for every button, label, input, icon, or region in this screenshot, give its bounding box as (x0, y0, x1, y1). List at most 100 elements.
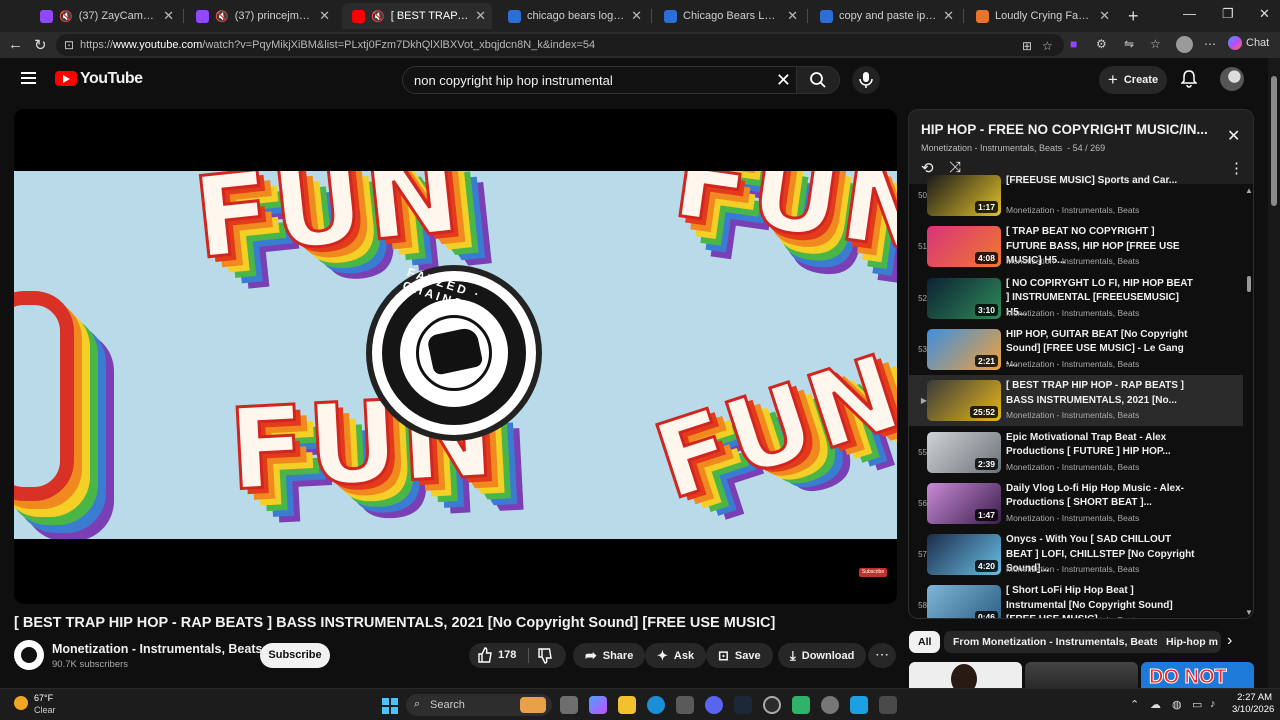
channel-avatar[interactable] (14, 640, 44, 670)
youtube-logo-icon[interactable] (55, 71, 77, 86)
playlist-scrollbar[interactable]: ▲ ▼ (1243, 184, 1253, 618)
account-avatar[interactable] (1220, 67, 1244, 91)
capcut-icon[interactable] (879, 696, 897, 714)
extensions-icon[interactable]: ⚙ (1096, 37, 1107, 51)
edge-browser-icon[interactable] (647, 696, 665, 714)
playlist-item-thumbnail[interactable]: 2:39 (927, 431, 1001, 473)
tab-muted-icon[interactable]: 🔇 (371, 10, 385, 23)
browser-tab[interactable]: 🔇 (37) ZayCambridge_ - Tw ✕ (30, 3, 180, 29)
settings-gear-icon[interactable] (821, 696, 839, 714)
playlist-item-thumbnail[interactable]: 25:52 (927, 380, 1001, 422)
tab-close-icon[interactable]: ✕ (319, 8, 330, 24)
create-button[interactable]: + Create (1099, 66, 1167, 94)
search-input[interactable]: non copyright hip hop instrumental ✕ (402, 66, 798, 94)
back-icon[interactable]: ← (8, 36, 23, 53)
twitch-extension-icon[interactable]: ■ (1070, 37, 1077, 51)
playlist-item-thumbnail[interactable]: 4:20 (927, 534, 1001, 576)
more-actions-button[interactable]: ⋯ (868, 643, 896, 668)
page-scrollbar[interactable] (1268, 58, 1280, 688)
chips-next-icon[interactable]: › (1227, 632, 1232, 650)
dislike-thumb-icon[interactable] (537, 648, 553, 664)
playlist-item[interactable]: 57 4:20 Onycs - With You [ SAD CHILLOUT BE… (909, 529, 1243, 580)
split-icon[interactable]: ⇋ (1124, 37, 1134, 51)
address-bar[interactable]: ⊡ https://www.youtube.com/watch?v=PqyMik… (56, 34, 1064, 56)
weather-moon-icon[interactable] (14, 696, 28, 710)
playlist-scrollbar-thumb[interactable] (1247, 276, 1251, 292)
app-icon[interactable] (792, 696, 810, 714)
maximize-icon[interactable]: ❐ (1222, 6, 1234, 22)
recommended-thumbnail[interactable] (909, 662, 1022, 688)
file-explorer-icon[interactable] (618, 696, 636, 714)
save-button[interactable]: ⊡ Save (706, 643, 773, 668)
profile-avatar[interactable] (1176, 36, 1193, 53)
browser-tab[interactable]: Chicago Bears Logo Head Tra ✕ (654, 3, 804, 29)
chip-from-channel[interactable]: From Monetization - Instrumentals, Beats (944, 631, 1168, 653)
playlist-item[interactable]: 53 2:21 HIP HOP, GUITAR BEAT [No Copyright… (909, 324, 1243, 375)
more-options-icon[interactable]: ⋯ (1204, 37, 1216, 51)
subscribe-button[interactable]: Subscribe (260, 643, 330, 668)
playlist-item-thumbnail[interactable]: 1:47 (927, 482, 1001, 524)
system-clock[interactable]: 2:27 AM 3/10/2026 (1232, 692, 1274, 716)
download-button[interactable]: ⤓ Download (778, 643, 867, 668)
chip-all[interactable]: All (909, 631, 941, 653)
playlist-item-thumbnail[interactable]: 0:46 (927, 585, 1001, 618)
video-player[interactable]: FUN FUN FUN FUN FAYZED · CHAINS Subscrib… (14, 109, 897, 604)
scroll-up-icon[interactable]: ▲ (1245, 186, 1253, 195)
page-scrollbar-thumb[interactable] (1271, 76, 1277, 206)
windows-start-icon[interactable] (382, 698, 398, 714)
video-subscribe-watermark[interactable]: Subscribe (859, 568, 887, 577)
weather-temperature[interactable]: 67°F (34, 693, 53, 703)
browser-tab[interactable]: 🔇 [ BEST TRAP HIP HOP - R ✕ (342, 3, 492, 29)
weather-condition[interactable]: Clear (34, 705, 56, 715)
playlist-item[interactable]: 58 0:46 [ Short LoFi Hip Hop Beat ] Instru… (909, 580, 1243, 618)
share-button[interactable]: ➦ Share (573, 643, 646, 668)
browser-tab[interactable]: 🔇 (37) princejmg - Twitch ✕ (186, 3, 336, 29)
tab-close-icon[interactable]: ✕ (475, 8, 486, 24)
playlist-item[interactable]: 56 1:47 Daily Vlog Lo-fi Hip Hop Music - A… (909, 478, 1243, 529)
recommended-thumbnail[interactable]: DO NOT (1141, 662, 1254, 688)
like-thumb-icon[interactable] (477, 647, 493, 663)
playlist-item-thumbnail[interactable]: 3:10 (927, 277, 1001, 319)
discord-icon[interactable] (705, 696, 723, 714)
menu-icon[interactable] (21, 72, 36, 84)
close-window-icon[interactable]: ✕ (1259, 6, 1270, 22)
youtube-logo-text[interactable]: YouTube (80, 70, 143, 88)
voice-search-button[interactable] (852, 66, 880, 94)
refresh-icon[interactable]: ↻ (34, 36, 47, 54)
cloud-icon[interactable]: ☁ (1150, 698, 1161, 711)
playlist-item[interactable]: 51 4:08[ TRAP BEAT NO COPYRIGHT ] FUTURE … (909, 221, 1243, 272)
tab-muted-icon[interactable]: 🔇 (59, 10, 73, 23)
network-icon[interactable]: ◍ (1172, 698, 1182, 711)
copilot-taskbar-icon[interactable] (589, 696, 607, 714)
split-screen-icon[interactable]: ⊞ (1022, 39, 1032, 53)
clear-search-icon[interactable]: ✕ (776, 70, 791, 91)
new-tab-button[interactable]: + (1128, 6, 1139, 27)
tray-overflow-icon[interactable]: ⌃ (1130, 698, 1139, 711)
playlist-item-thumbnail[interactable]: 2:21 (927, 328, 1001, 370)
tab-close-icon[interactable]: ✕ (943, 8, 954, 24)
volume-icon[interactable]: ♪ (1210, 698, 1216, 710)
tab-close-icon[interactable]: ✕ (163, 8, 174, 24)
favorites-icon[interactable]: ☆ (1150, 37, 1161, 51)
recommended-thumbnail[interactable] (1025, 662, 1138, 688)
obs-icon[interactable] (763, 696, 781, 714)
playlist-item[interactable]: 50 1:17 [FREEUSE MUSIC] Sports and Car... M… (909, 170, 1243, 221)
scroll-down-icon[interactable]: ▼ (1245, 608, 1253, 617)
tab-close-icon[interactable]: ✕ (1099, 8, 1110, 24)
favorite-star-icon[interactable]: ☆ (1042, 39, 1053, 53)
browser-tab[interactable]: chicago bears logo - Search ✕ (498, 3, 648, 29)
playlist-item-thumbnail[interactable]: 4:08 (927, 226, 1001, 268)
channel-name[interactable]: Monetization - Instrumentals, Beats (52, 642, 262, 656)
close-playlist-icon[interactable]: ✕ (1227, 126, 1240, 146)
browser-tab[interactable]: Loudly Crying Face on Ap ✕ (966, 3, 1116, 29)
display-icon[interactable]: ▭ (1192, 698, 1202, 711)
tab-close-icon[interactable]: ✕ (787, 8, 798, 24)
playlist-title[interactable]: HIP HOP - FREE NO COPYRIGHT MUSIC/IN... (921, 122, 1216, 137)
task-view-icon[interactable] (560, 696, 578, 714)
notifications-bell-icon[interactable] (1181, 70, 1197, 88)
ask-button[interactable]: ✦ Ask (645, 643, 707, 668)
playlist-item-current[interactable]: ▶ 25:52 [ BEST TRAP HIP HOP - RAP BEATS ] … (909, 375, 1243, 427)
playlist-item-thumbnail[interactable]: 1:17 (927, 175, 1001, 216)
store-icon[interactable] (676, 696, 694, 714)
remote-desktop-icon[interactable] (850, 696, 868, 714)
